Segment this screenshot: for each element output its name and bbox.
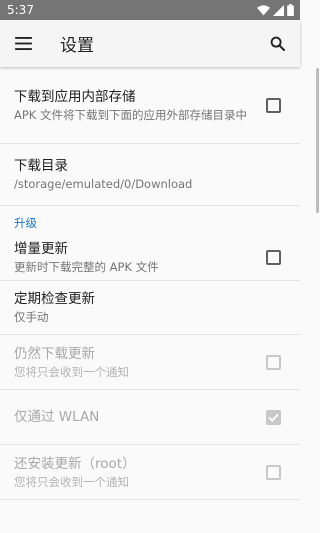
pref-title: 下载到应用内部存储 (14, 88, 136, 105)
category-upgrade-header: 升级 (14, 216, 37, 230)
menu-button[interactable] (0, 20, 46, 67)
scrollbar-thumb[interactable] (316, 68, 319, 213)
signal-icon (273, 4, 284, 16)
download-internal-checkbox[interactable] (266, 97, 281, 113)
search-button[interactable] (254, 20, 300, 67)
pref-summary: 您将只会收到一个通知 (14, 474, 129, 489)
pref-summary: 仅手动 (14, 310, 49, 324)
status-bar: 5:37 (0, 0, 300, 20)
pref-download-anyway: 仍然下载更新 您将只会收到一个通知 (0, 335, 300, 390)
wlan-only-checkbox (266, 409, 281, 425)
battery-icon (287, 4, 294, 16)
pref-summary: APK 文件将下载到下面的应用外部存储目录中 (14, 107, 247, 122)
settings-list: 下载到应用内部存储 APK 文件将下载到下面的应用外部存储目录中 下载目录 /s… (0, 67, 300, 533)
pref-summary: 更新时下载完整的 APK 文件 (14, 259, 159, 274)
pref-title: 仅通过 WLAN (14, 409, 100, 425)
pref-download-directory[interactable]: 下载目录 /storage/emulated/0/Download (0, 144, 300, 206)
pref-summary: 您将只会收到一个通知 (14, 364, 129, 379)
pref-incremental-update[interactable]: 增量更新 更新时下载完整的 APK 文件 (0, 234, 300, 281)
hamburger-menu-icon (14, 37, 32, 50)
wifi-icon (257, 4, 270, 15)
search-icon (270, 36, 285, 51)
pref-download-internal-storage[interactable]: 下载到应用内部存储 APK 文件将下载到下面的应用外部存储目录中 (0, 67, 300, 144)
pref-title: 定期检查更新 (14, 291, 95, 307)
pref-install-root: 还安装更新（root） 您将只会收到一个通知 (0, 445, 300, 500)
pref-title: 仍然下载更新 (14, 345, 95, 362)
status-icons (257, 4, 294, 16)
pref-title: 增量更新 (14, 240, 68, 257)
install-root-checkbox (266, 464, 281, 480)
app-toolbar: 设置 (0, 20, 300, 67)
checkmark-icon (268, 413, 279, 422)
pref-summary: /storage/emulated/0/Download (14, 177, 193, 191)
pref-periodic-check[interactable]: 定期检查更新 仅手动 (0, 281, 300, 335)
pref-title: 下载目录 (14, 158, 68, 174)
status-time: 5:37 (7, 3, 34, 17)
pref-title: 还安装更新（root） (14, 455, 136, 472)
download-anyway-checkbox (266, 354, 281, 370)
pref-wlan-only: 仅通过 WLAN (0, 390, 300, 445)
incremental-update-checkbox[interactable] (266, 249, 281, 265)
page-title: 设置 (60, 36, 94, 56)
